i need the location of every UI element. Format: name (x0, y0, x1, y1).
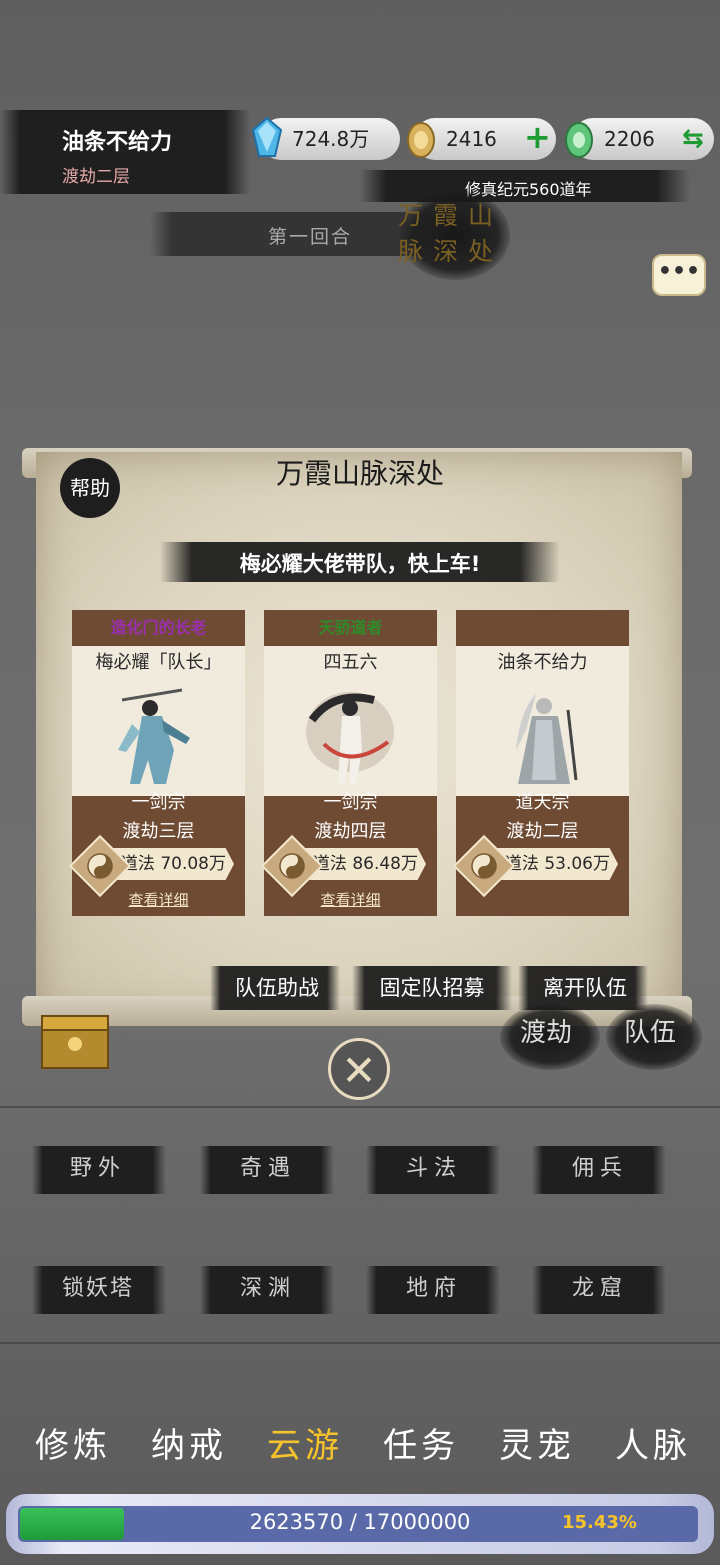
member-card: 造化门的长老 梅必耀「队长」 一剑宗 渡劫三层 道法 70.08万 查看详细 (68, 610, 245, 916)
jade-icon (565, 122, 593, 158)
nav-divider (0, 1342, 720, 1344)
team-assist-button[interactable]: 队伍助战 (222, 968, 332, 1008)
view-detail-link[interactable]: 查看详细 (72, 889, 245, 910)
leave-team-button[interactable]: 离开队伍 (530, 968, 640, 1008)
gold-ingot-balance[interactable]: 2416 + (407, 116, 556, 160)
menu-duel-button[interactable]: 斗法 (372, 1146, 496, 1192)
round-label: 第一回合 (268, 226, 353, 248)
tribulation-button[interactable]: 渡劫 (520, 1012, 572, 1049)
exchange-icon[interactable]: ⇆ (682, 118, 704, 160)
robed-cultivator-portrait-icon (516, 694, 578, 784)
fixed-team-recruit-button[interactable]: 固定队招募 (366, 968, 498, 1008)
view-detail-link[interactable]: 查看详细 (264, 889, 437, 910)
member-title: 造化门的长老 (110, 618, 207, 637)
spirit-stone-balance[interactable]: 724.8万 (251, 116, 400, 160)
nav-ring[interactable]: 纳戒 (134, 1418, 244, 1467)
swordsman-portrait-icon (118, 688, 190, 784)
nav-pet[interactable]: 灵宠 (482, 1418, 592, 1467)
member-sect: 一剑宗 (131, 792, 186, 813)
member-card: 油条不给力 道天宗 渡劫二层 道法 53.06万 (452, 610, 629, 916)
location-title: 万霞山脉深处 (398, 201, 504, 266)
ellipsis-icon: ••• (657, 259, 701, 284)
jade-value: 2206 (604, 127, 655, 151)
member-title (456, 610, 629, 646)
yin-yang-icon (279, 853, 305, 879)
menu-divider (0, 1106, 720, 1108)
member-name: 梅必耀「队长」 (95, 652, 222, 673)
nav-wander[interactable]: 云游 (250, 1418, 360, 1467)
member-sect: 一剑宗 (323, 792, 378, 813)
yin-yang-icon (87, 853, 113, 879)
menu-encounter-button[interactable]: 奇遇 (206, 1146, 330, 1192)
nav-contacts[interactable]: 人脉 (598, 1418, 708, 1467)
nav-quest[interactable]: 任务 (366, 1418, 476, 1467)
player-rank: 渡劫二层 (62, 167, 130, 187)
member-title: 天骄道者 (318, 618, 383, 637)
add-gold-icon[interactable]: + (524, 116, 551, 158)
dancer-portrait-icon (306, 692, 394, 784)
member-name: 四五六 (323, 652, 378, 673)
close-icon: ✕ (341, 1046, 377, 1095)
spirit-stone-icon (251, 116, 283, 157)
treasure-chest-icon[interactable] (38, 1010, 112, 1072)
menu-field-button[interactable]: 野外 (36, 1146, 160, 1192)
menu-mercenary-button[interactable]: 佣兵 (538, 1146, 662, 1192)
menu-underworld-button[interactable]: 地府 (372, 1266, 496, 1312)
gold-ingot-value: 2416 (446, 127, 497, 151)
team-button[interactable]: 队伍 (624, 1012, 676, 1049)
gold-ingot-icon (407, 122, 435, 158)
yin-yang-icon (471, 853, 497, 879)
spirit-stone-value: 724.8万 (292, 127, 370, 151)
player-name[interactable]: 油条不给力 (62, 124, 172, 156)
team-banner: 梅必耀大佬带队，快上车! (239, 552, 481, 576)
menu-abyss-button[interactable]: 深渊 (206, 1266, 330, 1312)
xp-percent: 15.43% (562, 1512, 637, 1533)
member-sect: 道天宗 (515, 792, 570, 813)
close-button[interactable]: ✕ (328, 1038, 390, 1100)
member-card: 天骄道者 四五六 一剑宗 渡劫四层 道法 86.48万 查看详细 (260, 610, 437, 916)
member-name: 油条不给力 (497, 652, 588, 673)
nav-cultivate[interactable]: 修炼 (18, 1418, 128, 1467)
jade-balance[interactable]: 2206 ⇆ (565, 118, 714, 160)
chat-button[interactable]: ••• (652, 254, 706, 296)
menu-demon-tower-button[interactable]: 锁妖塔 (36, 1266, 160, 1312)
help-button[interactable]: 帮助 (60, 458, 120, 518)
menu-dragon-cave-button[interactable]: 龙窟 (538, 1266, 662, 1312)
